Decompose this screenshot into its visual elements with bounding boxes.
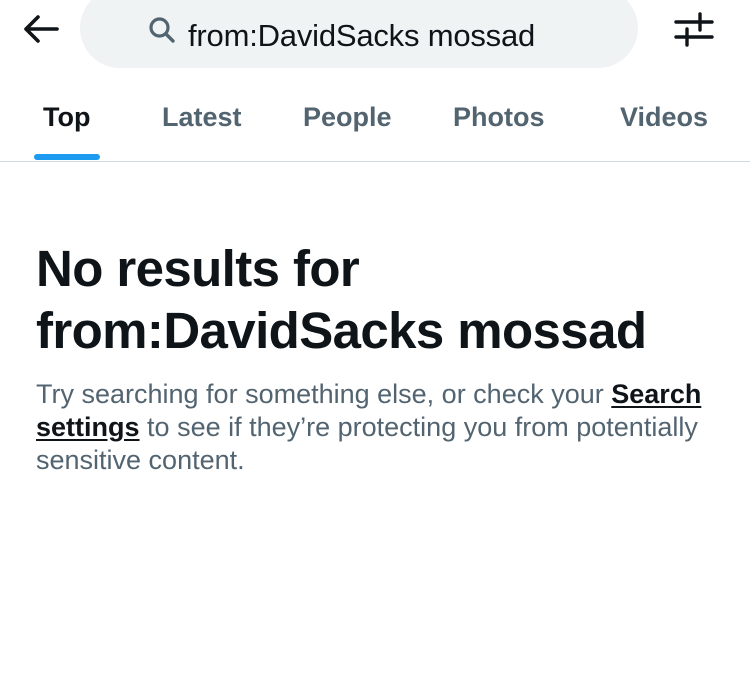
empty-state-message: Try searching for something else, or che… xyxy=(36,378,726,477)
empty-state-title-query: from:DavidSacks mossad xyxy=(36,302,647,359)
arrow-left-icon xyxy=(24,15,59,43)
empty-state-title-prefix: No results for xyxy=(36,240,360,297)
tab-videos[interactable]: Videos xyxy=(620,90,708,161)
empty-state: No results for from:DavidSacks mossad Tr… xyxy=(36,238,726,477)
tab-photos[interactable]: Photos xyxy=(453,90,545,161)
tab-top[interactable]: Top xyxy=(43,90,90,161)
back-button[interactable] xyxy=(18,6,64,52)
tab-people[interactable]: People xyxy=(303,90,392,161)
top-bar xyxy=(0,0,750,70)
empty-state-title: No results for from:DavidSacks mossad xyxy=(36,238,726,362)
search-box[interactable] xyxy=(80,0,638,68)
tab-latest[interactable]: Latest xyxy=(162,90,242,161)
search-tabs: Top Latest People Photos Videos xyxy=(0,90,750,162)
active-tab-indicator xyxy=(34,154,100,160)
search-results-page: Top Latest People Photos Videos No resul… xyxy=(0,0,750,675)
sliders-icon xyxy=(674,12,714,47)
search-input[interactable] xyxy=(188,18,638,54)
search-filters-button[interactable] xyxy=(670,6,718,52)
empty-state-text-before: Try searching for something else, or che… xyxy=(36,379,604,409)
magnifier-icon xyxy=(149,17,175,43)
